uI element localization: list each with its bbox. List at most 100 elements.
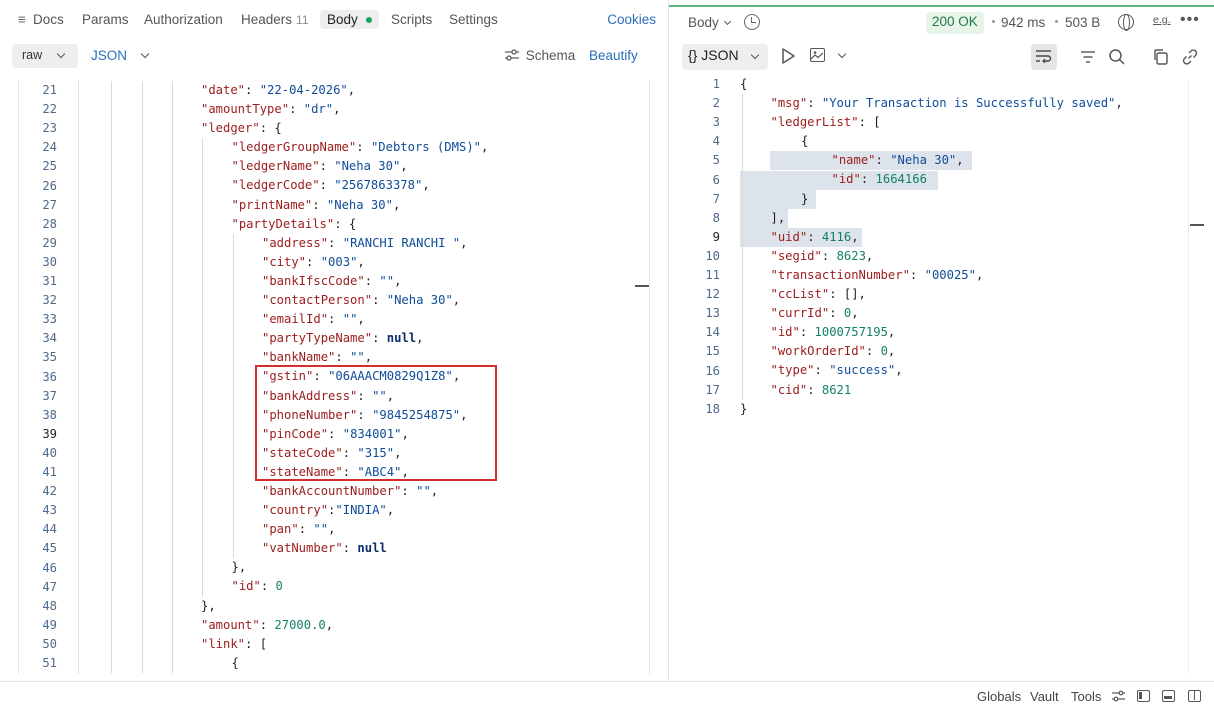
body-format-select[interactable]: JSON [91, 48, 150, 63]
code-token: : [821, 248, 837, 263]
code-token: "contactPerson" [262, 293, 373, 308]
line-number: 8 [712, 210, 720, 225]
link-icon[interactable] [1181, 48, 1199, 66]
code-token: "pan" [262, 522, 299, 537]
code-token: : [372, 331, 387, 346]
code-token: : [829, 306, 844, 321]
settings-sliders-icon[interactable] [1112, 690, 1125, 702]
code-token: , [975, 267, 984, 282]
code-token: "transactionNumber" [770, 267, 910, 282]
left-sidebar-toggle-icon[interactable] [1137, 690, 1150, 702]
code-token: "9845254875" [372, 407, 461, 422]
code-token: : [356, 140, 371, 155]
tab-authorization[interactable]: Authorization [144, 12, 223, 27]
filter-icon[interactable] [1079, 48, 1097, 66]
code-token: , [895, 363, 903, 378]
code-line: "stateCode": "315", [79, 444, 649, 463]
line-number: 38 [42, 407, 57, 422]
more-options-icon[interactable]: ••• [1180, 11, 1200, 29]
code-line: "msg": "Your Transaction is Successfully… [740, 94, 1188, 113]
line-number: 31 [42, 274, 57, 288]
tab-headers[interactable]: Headers 11 [241, 12, 309, 27]
code-token: "amountType" [201, 102, 290, 117]
code-line: "printName": "Neha 30", [79, 196, 649, 215]
code-token: : [357, 388, 373, 403]
indent-guide [172, 81, 173, 674]
code-token: , [1115, 96, 1123, 111]
globals-button[interactable]: Globals [977, 689, 1021, 704]
code-token: : [319, 178, 335, 193]
search-icon[interactable] [1108, 48, 1126, 66]
line-number: 17 [705, 382, 720, 397]
line-number: 5 [712, 153, 720, 168]
beautify-button[interactable]: Beautify [589, 48, 638, 63]
response-scroll-track[interactable] [1188, 80, 1189, 674]
line-number: 24 [42, 140, 57, 155]
image-icon[interactable] [810, 48, 825, 62]
code-token: : [245, 83, 260, 97]
code-token: , [452, 369, 461, 384]
line-number: 13 [705, 306, 720, 321]
code-token: "00025" [924, 267, 976, 282]
tab-body[interactable]: Body [320, 10, 379, 29]
vault-button[interactable]: Vault [1030, 689, 1059, 704]
response-body-viewer[interactable]: 1 2 3 4 5 6 7 8 9 10 11 12 13 14 15 16 17 18 {"msg": "You… [682, 75, 1188, 675]
body-mode-select[interactable]: raw [12, 44, 78, 68]
chevron-down-icon[interactable] [837, 49, 847, 59]
line-number: 41 [42, 465, 57, 479]
history-icon[interactable] [744, 14, 760, 30]
code-line: "currId": 0, [740, 304, 1188, 323]
wrap-lines-button[interactable] [1031, 44, 1057, 70]
code-token: , [325, 617, 334, 632]
code-token: "Neha 30" [386, 293, 453, 308]
code-token: "" [416, 483, 431, 498]
tab-docs[interactable]: ≡ Docs [18, 12, 64, 27]
code-token: : [ [858, 115, 881, 130]
code-token: } [740, 401, 748, 416]
code-token: , [887, 325, 896, 340]
panel-divider[interactable] [668, 0, 669, 680]
code-token: , [357, 254, 365, 269]
code-token: 8623 [836, 248, 866, 263]
code-token: 4116 [821, 229, 852, 244]
code-line: }, [79, 558, 649, 577]
play-icon[interactable] [781, 48, 795, 64]
code-token: , [481, 140, 489, 155]
bottom-panel-toggle-icon[interactable] [1162, 690, 1175, 702]
code-line: "link": [ [79, 635, 649, 654]
request-tab-bar: ≡ Docs Params Authorization Headers 11 Bod… [0, 0, 668, 40]
status-bar: Globals Vault Tools [0, 681, 1214, 709]
code-token: null [357, 541, 387, 556]
tab-settings[interactable]: Settings [449, 12, 498, 27]
response-code-area[interactable]: {"msg": "Your Transaction is Successfull… [740, 75, 1188, 419]
code-token: : [306, 254, 321, 269]
code-token: , [430, 483, 439, 498]
copy-icon[interactable] [1152, 48, 1170, 66]
save-example-icon[interactable]: e.g. [1153, 14, 1171, 26]
code-token: : [372, 293, 387, 308]
scroll-position-marker[interactable] [635, 285, 649, 287]
scroll-position-marker[interactable] [1190, 224, 1204, 226]
tools-button[interactable]: Tools [1071, 689, 1101, 704]
right-sidebar-toggle-icon[interactable] [1188, 690, 1201, 702]
code-line: } [740, 190, 1188, 209]
code-token: , [328, 522, 336, 537]
code-token: "Neha 30" [326, 197, 393, 212]
response-view-select[interactable]: Body [688, 15, 732, 30]
tab-params[interactable]: Params [82, 12, 129, 27]
code-token: , [386, 388, 395, 403]
code-token: "ccList" [770, 287, 830, 302]
code-token: "834001" [342, 426, 402, 441]
code-token: "pinCode" [262, 426, 329, 441]
indent-guide [141, 81, 143, 674]
tab-scripts[interactable]: Scripts [391, 12, 432, 27]
code-line: "country":"INDIA", [79, 501, 649, 520]
request-body-editor[interactable]: 21 22 23 24 25 26 27 28 29 30 31 32 33 34 35 36 37 38 39 40… [18, 80, 650, 674]
globe-icon[interactable] [1118, 14, 1134, 31]
response-format-select[interactable]: {} JSON [682, 44, 768, 70]
line-number: 44 [42, 522, 57, 537]
request-code-area[interactable]: "date": "22-04-2026", "amountType": "dr",… [79, 81, 649, 673]
code-line: "address": "RANCHI RANCHI ", [79, 234, 649, 253]
cookies-link[interactable]: Cookies [607, 12, 656, 27]
schema-button[interactable]: Schema [504, 48, 575, 63]
